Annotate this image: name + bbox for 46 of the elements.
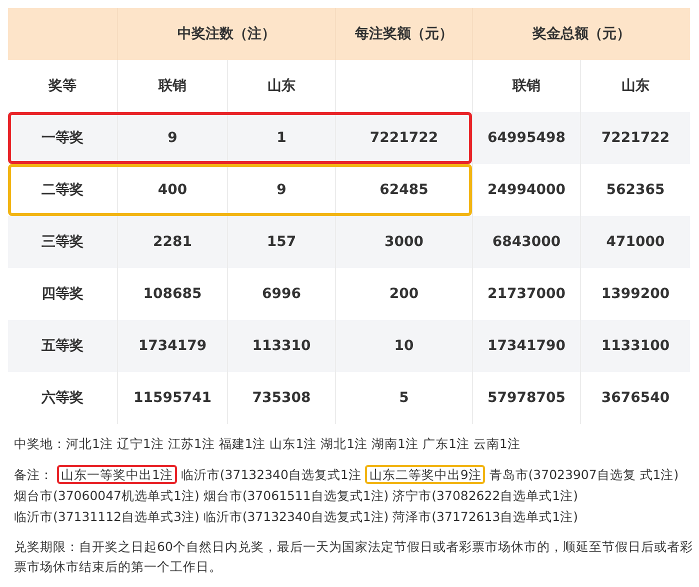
column-group-header: 奖金总额（元） bbox=[472, 8, 690, 60]
table-cell-text: 五等奖 bbox=[40, 337, 84, 356]
note-text: 济宁市(37082622自选单式1注) bbox=[392, 488, 578, 503]
highlighted-note: 山东一等奖中出1注 bbox=[56, 465, 177, 484]
table-cell: 471000 bbox=[580, 216, 690, 268]
table-cell: 113310 bbox=[227, 320, 335, 372]
table-cell: 11595741 bbox=[117, 372, 227, 424]
table-cell: 5 bbox=[335, 372, 472, 424]
note-text: 烟台市(37061511自选复式1注) bbox=[203, 488, 389, 503]
note-text: 临沂市(37131112自选单式3注) bbox=[14, 509, 200, 524]
table-cell: 6843000 bbox=[472, 216, 580, 268]
column-header: 山东 bbox=[227, 60, 335, 112]
table-cell: 10 bbox=[335, 320, 472, 372]
table-cell-text: 一等奖 bbox=[40, 129, 84, 148]
table-cell: 1133100 bbox=[580, 320, 690, 372]
table-cell: 735308 bbox=[227, 372, 335, 424]
table-cell: 7221722 bbox=[580, 112, 690, 164]
table-cell: 17341790 bbox=[472, 320, 580, 372]
table-cell-text: 四等奖 bbox=[40, 285, 84, 304]
table-cell: 9 bbox=[117, 112, 227, 164]
deadline-text: 兑奖期限：自开奖之日起60个自然日内兑奖，最后一天为国家法定节假日或者彩票市场休市的，顺延至节假日后或者彩票市场休市结束后的第一个工作日。 bbox=[13, 538, 694, 576]
table-cell: 1 bbox=[227, 112, 335, 164]
table-cell-text: 三等奖 bbox=[40, 233, 84, 252]
table-cell: 3000 bbox=[335, 216, 472, 268]
table-cell: 157 bbox=[227, 216, 335, 268]
table-cell-text: 六等奖 bbox=[40, 389, 84, 408]
table-cell: 2281 bbox=[117, 216, 227, 268]
table-cell-text: 二等奖 bbox=[40, 181, 84, 200]
note-text: 青岛市(37023907自选复 bbox=[489, 467, 636, 482]
column-header: 奖等 bbox=[47, 77, 78, 96]
table-cell: 1734179 bbox=[117, 320, 227, 372]
table-cell: 7221722 bbox=[335, 112, 472, 164]
table-cell: 57978705 bbox=[472, 372, 580, 424]
note-text: 临沂市(37132340自选复式1注) bbox=[203, 509, 389, 524]
highlighted-note: 山东二等奖中出9注 bbox=[365, 465, 486, 484]
winning-places-text: 中奖地：河北1注 辽宁1注 江苏1注 福建1注 山东1注 湖北1注 湖南1注 广东1注 云南1注 bbox=[13, 435, 522, 453]
column-group-header: 中奖注数（注） bbox=[117, 8, 335, 60]
column-header: 联销 bbox=[117, 60, 227, 112]
note-text: 式1注) bbox=[640, 467, 679, 482]
note-text: 临沂市(37132340自选复式1注 bbox=[180, 467, 362, 482]
note-text: 菏泽市(37172613自选单式1注) bbox=[392, 509, 578, 524]
note-text: 备注： bbox=[14, 467, 53, 482]
column-group-header: 每注奖额（元） bbox=[335, 8, 472, 60]
table-cell: 64995498 bbox=[472, 112, 580, 164]
note-text: 烟台市(37060047机选单式1注) bbox=[14, 488, 200, 503]
table-cell: 3676540 bbox=[580, 372, 690, 424]
